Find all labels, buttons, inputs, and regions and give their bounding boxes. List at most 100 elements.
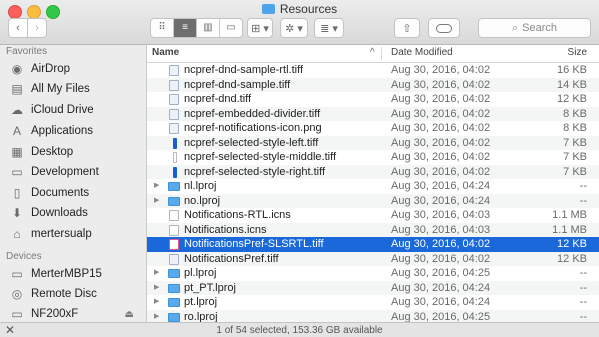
file-icon <box>169 210 179 221</box>
table-row[interactable]: ▶ pt_PT.lproj Aug 30, 2016, 04:24 -- <box>147 280 599 296</box>
file-size: -- <box>579 180 587 192</box>
table-row[interactable]: ▶ nl.lproj Aug 30, 2016, 04:24 -- <box>147 179 599 194</box>
file-icon <box>169 108 179 120</box>
file-date-modified: Aug 30, 2016, 04:24 <box>391 281 491 294</box>
sidebar-item-desktop[interactable]: ▦ Desktop <box>0 142 146 162</box>
icon-view-button[interactable]: ⠿ <box>151 19 174 37</box>
disclosure-triangle-icon[interactable]: ▶ <box>154 310 159 323</box>
applications-icon: A <box>12 124 21 138</box>
file-list: Name ^ Date Modified Size ncpref-dnd-sam… <box>147 45 599 322</box>
folder-icon <box>168 312 180 322</box>
sidebar-item-mertermbp15[interactable]: ▭ MerterMBP15 <box>0 264 146 284</box>
sidebar-item-all-my-files[interactable]: ▤ All My Files <box>0 79 146 99</box>
table-row[interactable]: ▶ pl.lproj Aug 30, 2016, 04:25 -- <box>147 266 599 281</box>
table-row[interactable]: ncpref-dnd.tiff Aug 30, 2016, 04:02 12 KB <box>147 92 599 107</box>
tag-button[interactable] <box>428 18 460 38</box>
eject-icon[interactable]: ⏏ <box>125 309 134 320</box>
disclosure-triangle-icon[interactable]: ▶ <box>154 194 159 209</box>
table-row[interactable]: NotificationsPref-SLSRTL.tiff Aug 30, 201… <box>147 237 599 252</box>
sidebar-item-icloud-drive[interactable]: ☁ iCloud Drive <box>0 100 146 120</box>
column-view-button[interactable]: ▥ <box>197 19 220 37</box>
back-button[interactable]: ‹ <box>8 18 28 38</box>
column-header-date[interactable]: Date Modified <box>391 47 453 58</box>
finder-window: Resources ‹ › ⠿ ≡ ▥ ▭ ⊞ ▾ ✲ ▾ ≣ ▾ ⇧ ⌕ Se… <box>0 0 599 337</box>
file-size: -- <box>579 310 587 323</box>
file-size: -- <box>579 281 587 294</box>
sidebar-item-label: Remote Disc <box>31 288 97 300</box>
all-files-icon: ▤ <box>11 82 23 96</box>
sidebar-item-development[interactable]: ▭ Development <box>0 162 146 182</box>
file-name: pt_PT.lproj <box>184 281 236 294</box>
table-row[interactable]: ▶ pt.lproj Aug 30, 2016, 04:24 -- <box>147 295 599 310</box>
file-name: ncpref-dnd-sample-rtl.tiff <box>184 64 304 76</box>
sidebar-item-downloads[interactable]: ⬇ Downloads <box>0 203 146 223</box>
search-placeholder: Search <box>522 22 558 34</box>
sidebar-item-label: All My Files <box>31 83 90 95</box>
sidebar-item-applications[interactable]: A Applications <box>0 121 146 141</box>
status-text: 1 of 54 selected, 153.36 GB available <box>216 325 383 336</box>
folder-icon: ▭ <box>11 165 23 179</box>
folder-icon <box>168 283 180 293</box>
share-icon: ⇧ <box>402 22 412 35</box>
file-icon <box>173 166 177 178</box>
file-icon <box>169 123 179 134</box>
table-row[interactable]: ncpref-dnd-sample.tiff Aug 30, 2016, 04:0… <box>147 77 599 92</box>
file-name: no.lproj <box>184 194 221 207</box>
sort-ascending-icon: ^ <box>370 47 375 58</box>
file-icon <box>169 94 179 105</box>
drive-icon: ▭ <box>11 307 23 321</box>
file-date-modified: Aug 30, 2016, 04:25 <box>391 310 491 323</box>
file-name: Notifications-RTL.icns <box>184 209 291 221</box>
cover-flow-button[interactable]: ▭ <box>220 19 242 37</box>
forward-button[interactable]: › <box>27 18 47 38</box>
chevron-right-icon: › <box>35 22 39 34</box>
column-divider[interactable] <box>381 47 382 60</box>
file-date-modified: Aug 30, 2016, 04:02 <box>391 122 491 134</box>
action-menu-button[interactable]: ✲ ▾ <box>280 18 308 38</box>
file-icon <box>173 152 177 163</box>
file-date-modified: Aug 30, 2016, 04:02 <box>391 238 491 250</box>
home-icon: ⌂ <box>13 227 21 241</box>
table-row[interactable]: ncpref-selected-style-right.tiff Aug 30, … <box>147 164 599 179</box>
disclosure-triangle-icon[interactable]: ▶ <box>154 295 159 310</box>
file-date-modified: Aug 30, 2016, 04:02 <box>391 136 491 149</box>
arrange-button[interactable]: ⊞ ▾ <box>247 18 273 38</box>
sidebar-item-label: iCloud Drive <box>31 104 94 116</box>
sidebar-item-nf200xf[interactable]: ▭ NF200xF ⏏ <box>0 304 146 322</box>
file-name: ncpref-notifications-icon.png <box>184 122 322 134</box>
sidebar-item-home[interactable]: ⌂ mertersualp <box>0 224 146 244</box>
table-row[interactable]: ▶ no.lproj Aug 30, 2016, 04:24 -- <box>147 193 599 209</box>
file-date-modified: Aug 30, 2016, 04:24 <box>391 296 491 308</box>
file-icon <box>169 239 179 250</box>
disclosure-triangle-icon[interactable]: ▶ <box>154 179 159 194</box>
table-row[interactable]: ▶ ro.lproj Aug 30, 2016, 04:25 -- <box>147 309 599 323</box>
table-row[interactable]: ncpref-notifications-icon.png Aug 30, 201… <box>147 121 599 136</box>
table-row[interactable]: NotificationsPref.tiff Aug 30, 2016, 04:0… <box>147 251 599 266</box>
table-row[interactable]: ncpref-dnd-sample-rtl.tiff Aug 30, 2016, … <box>147 63 599 78</box>
file-size: -- <box>579 267 587 279</box>
column-header-name[interactable]: Name <box>152 47 179 58</box>
search-field[interactable]: ⌕ Search <box>478 18 591 38</box>
table-row[interactable]: Notifications.icns Aug 30, 2016, 04:03 1.1… <box>147 222 599 237</box>
sidebar-item-label: Desktop <box>31 146 74 158</box>
sort-button[interactable]: ≣ ▾ <box>314 18 344 38</box>
share-button[interactable]: ⇧ <box>394 18 420 38</box>
disclosure-triangle-icon[interactable]: ▶ <box>154 266 159 281</box>
file-date-modified: Aug 30, 2016, 04:02 <box>391 107 491 120</box>
sidebar-item-airdrop[interactable]: ◉ AirDrop <box>0 59 146 79</box>
cloud-icon: ☁ <box>11 103 23 117</box>
column-header-size[interactable]: Size <box>568 47 587 58</box>
file-rows: ncpref-dnd-sample-rtl.tiff Aug 30, 2016, … <box>147 63 599 322</box>
sidebar-item-documents[interactable]: ▯ Documents <box>0 183 146 203</box>
disclosure-triangle-icon[interactable]: ▶ <box>154 281 159 296</box>
sidebar-item-remote-disc[interactable]: ◎ Remote Disc <box>0 284 146 304</box>
table-row[interactable]: Notifications-RTL.icns Aug 30, 2016, 04:0… <box>147 208 599 223</box>
file-date-modified: Aug 30, 2016, 04:02 <box>391 151 491 163</box>
table-row[interactable]: ncpref-embedded-divider.tiff Aug 30, 2016… <box>147 106 599 121</box>
table-row[interactable]: ncpref-selected-style-middle.tiff Aug 30,… <box>147 150 599 165</box>
table-row[interactable]: ncpref-selected-style-left.tiff Aug 30, 2… <box>147 135 599 150</box>
file-size: 7 KB <box>563 136 587 149</box>
list-view-button[interactable]: ≡ <box>174 19 197 37</box>
file-size: 1.1 MB <box>552 223 587 236</box>
file-name: ro.lproj <box>184 310 218 323</box>
